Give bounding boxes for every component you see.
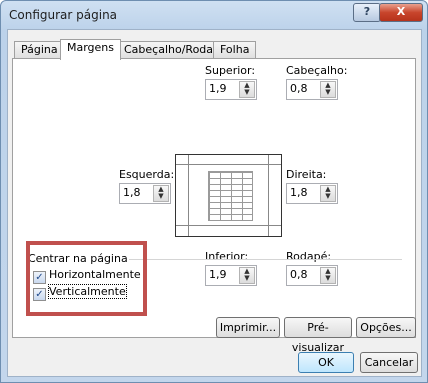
spin-arrows-icon[interactable]: ▲ ▼ [239,81,255,98]
help-icon: ? [363,5,371,18]
footer-margin-field: Rodapé: 0,8 ▲ ▼ [286,250,338,286]
cell-grid-preview [208,171,253,221]
annotation-highlight-box [26,241,147,316]
top-margin-spinner[interactable]: 1,9 ▲ ▼ [205,79,257,100]
tab-pagina[interactable]: Página [14,41,65,59]
left-margin-spinner[interactable]: 1,8 ▲ ▼ [119,183,171,204]
right-margin-label: Direita: [286,168,327,181]
margin-guide [176,164,281,165]
help-button[interactable]: ? [353,3,381,22]
header-margin-field: Cabeçalho: 0,8 ▲ ▼ [286,64,347,100]
spin-arrows-icon[interactable]: ▲ ▼ [320,185,336,202]
options-button[interactable]: Opções... [356,317,416,338]
page-preview [175,154,282,237]
spin-arrows-icon[interactable]: ▲ ▼ [320,81,336,98]
tab-folha[interactable]: Folha [213,41,257,59]
close-icon: X [396,5,406,18]
header-margin-spinner[interactable]: 0,8 ▲ ▼ [286,79,338,100]
spin-arrows-icon[interactable]: ▲ ▼ [239,267,255,284]
right-margin-spinner[interactable]: 1,8 ▲ ▼ [286,183,338,204]
margin-guide [268,155,269,236]
print-button[interactable]: Imprimir... [216,317,280,338]
cancel-button[interactable]: Cancelar [360,352,418,373]
bottom-margin-spinner[interactable]: 1,9 ▲ ▼ [205,265,257,286]
left-margin-field: Esquerda: 1,8 ▲ ▼ [119,168,174,204]
tab-margens[interactable]: Margens [60,39,122,60]
header-margin-value[interactable]: 0,8 [290,82,308,95]
footer-margin-label: Rodapé: [286,250,332,263]
left-margin-label: Esquerda: [119,168,175,181]
header-margin-label: Cabeçalho: [286,64,348,77]
left-margin-value[interactable]: 1,8 [123,186,141,199]
spin-arrows-icon[interactable]: ▲ ▼ [320,267,336,284]
top-margin-value[interactable]: 1,9 [209,82,227,95]
bottom-margin-label: Inferior: [205,250,249,263]
margin-guide [176,225,281,226]
right-margin-field: Direita: 1,8 ▲ ▼ [286,168,338,204]
close-button[interactable]: X [379,3,423,22]
top-margin-field: Superior: 1,9 ▲ ▼ [205,64,257,100]
margin-guide [188,155,189,236]
spin-arrows-icon[interactable]: ▲ ▼ [153,185,169,202]
footer-margin-spinner[interactable]: 0,8 ▲ ▼ [286,265,338,286]
bottom-margin-field: Inferior: 1,9 ▲ ▼ [205,250,257,286]
ok-button[interactable]: OK [298,352,354,373]
footer-margin-value[interactable]: 0,8 [290,268,308,281]
title-bar: Configurar página ? X [1,1,427,29]
right-margin-value[interactable]: 1,8 [290,186,308,199]
top-margin-label: Superior: [205,64,256,77]
dialog-title: Configurar página [9,8,118,22]
bottom-margin-value[interactable]: 1,9 [209,268,227,281]
print-preview-button[interactable]: Pré-visualizar [284,317,352,354]
